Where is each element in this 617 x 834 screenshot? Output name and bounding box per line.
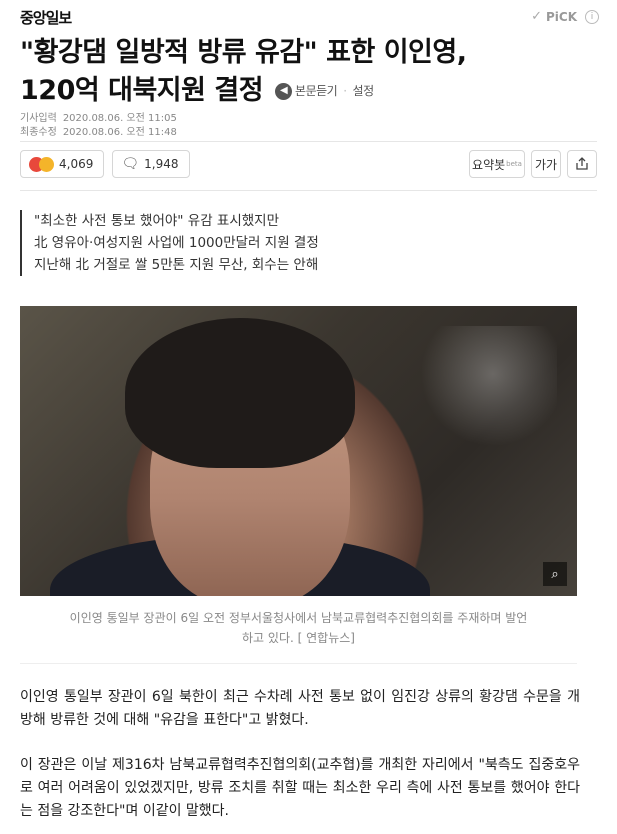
- share-icon: [576, 157, 588, 170]
- published-date: 기사입력 2020.08.06. 오전 11:05: [20, 112, 177, 126]
- comment-count: 1,948: [144, 157, 179, 171]
- summary-line: 지난해 北 거절로 쌀 5만톤 지원 무산, 회수는 안해: [34, 257, 319, 273]
- site-header: 중앙일보 ✓ PiCK i: [0, 0, 617, 34]
- published-value: 2020.08.06. 오전 11:05: [62, 113, 177, 124]
- share-button[interactable]: [567, 150, 597, 178]
- pick-label: PiCK: [545, 9, 577, 24]
- emotion-icon: [29, 156, 54, 172]
- article-title: "황강댐 일방적 방류 유감" 표한 이인영, 120억 대북지원 결정 ◀ 본…: [20, 34, 600, 110]
- article-summary: "최소한 사전 통보 했어야" 유감 표시했지만 北 영유아·여성지원 사업에 …: [20, 210, 319, 276]
- article-body: 이인영 통일부 장관이 6일 북한이 최근 수차례 사전 통보 없이 임진강 상…: [20, 686, 580, 834]
- font-size-button[interactable]: 가가: [531, 150, 561, 178]
- modified-value: 2020.08.06. 오전 11:48: [62, 127, 177, 138]
- beta-badge: beta: [506, 160, 522, 168]
- title-line-2: 120억 대북지원 결정: [20, 75, 264, 106]
- checkmark-icon: ✓: [531, 9, 542, 24]
- summary-line: 北 영유아·여성지원 사업에 1000만달러 지원 결정: [34, 235, 319, 251]
- photo-caption: 이인영 통일부 장관이 6일 오전 정부서울청사에서 남북교류협력추진협의회를 …: [20, 608, 577, 648]
- summary-line: "최소한 사전 통보 했어야" 유감 표시했지만: [34, 213, 280, 229]
- body-paragraph: 이 장관은 이날 제316차 남북교류협력추진협의회(교추협)를 개최한 자리에…: [20, 757, 580, 819]
- divider: [20, 663, 577, 664]
- modified-label: 최종수정: [20, 127, 57, 138]
- caption-line: 하고 있다. [ 연합뉴스]: [242, 631, 355, 645]
- divider: [20, 190, 597, 191]
- reaction-bar: 4,069 🗨 1,948: [20, 150, 190, 178]
- article-dates: 기사입력 2020.08.06. 오전 11:05 최종수정 2020.08.06.…: [20, 112, 177, 140]
- settings-button[interactable]: 설정: [353, 72, 375, 110]
- summary-bot-button[interactable]: 요약봇 beta: [469, 150, 525, 178]
- divider: [20, 141, 597, 142]
- zoom-icon[interactable]: ⌕: [543, 562, 567, 586]
- separator: ·: [343, 84, 347, 98]
- caption-line: 이인영 통일부 장관이 6일 오전 정부서울청사에서 남북교류협력추진협의회를 …: [69, 611, 528, 625]
- pick-badge[interactable]: ✓ PiCK i: [531, 9, 599, 24]
- article-tools: 요약봇 beta 가가: [469, 150, 597, 178]
- reaction-button[interactable]: 4,069: [20, 150, 105, 178]
- listen-button[interactable]: 본문듣기: [295, 72, 338, 110]
- summary-label: 요약봇: [472, 157, 506, 172]
- reaction-count: 4,069: [59, 157, 94, 171]
- published-label: 기사입력: [20, 113, 57, 124]
- title-line-1: "황강댐 일방적 방류 유감" 표한 이인영,: [20, 37, 467, 68]
- comment-button[interactable]: 🗨 1,948: [112, 150, 190, 178]
- speaker-icon[interactable]: ◀: [275, 82, 293, 100]
- listen-controls: ◀ 본문듣기 · 설정: [275, 72, 374, 110]
- modified-date: 최종수정 2020.08.06. 오전 11:48: [20, 126, 177, 140]
- info-icon[interactable]: i: [585, 9, 599, 24]
- press-logo[interactable]: 중앙일보: [20, 7, 72, 28]
- body-paragraph: 이인영 통일부 장관이 6일 북한이 최근 수차례 사전 통보 없이 임진강 상…: [20, 689, 580, 728]
- comment-icon: 🗨: [121, 156, 140, 172]
- article-photo[interactable]: ⌕: [20, 306, 577, 596]
